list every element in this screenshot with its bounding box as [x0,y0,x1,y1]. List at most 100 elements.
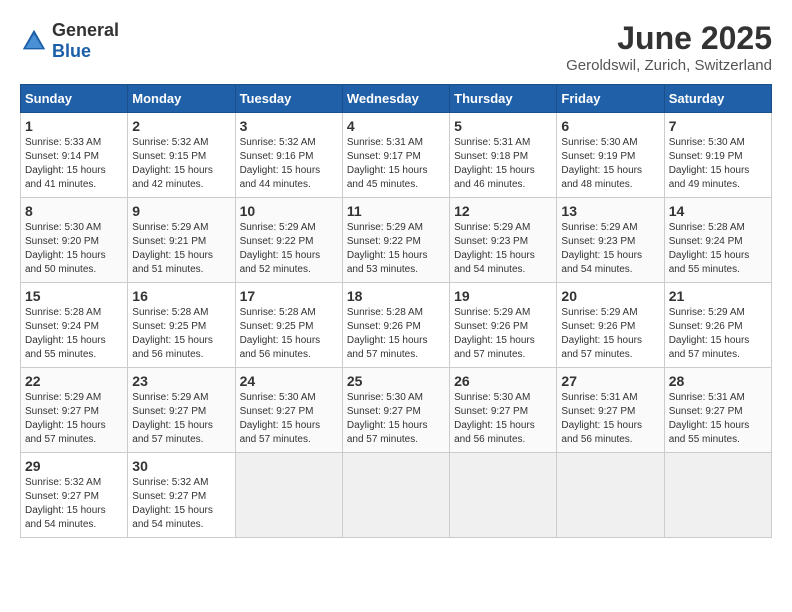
day-number: 22 [25,373,123,389]
page-header: General Blue June 2025 Geroldswil, Zuric… [20,20,772,74]
day-info: Sunrise: 5:29 AM Sunset: 9:22 PM Dayligh… [240,221,338,277]
day-info: Sunrise: 5:29 AM Sunset: 9:26 PM Dayligh… [669,306,767,362]
day-info: Sunrise: 5:30 AM Sunset: 9:27 PM Dayligh… [240,391,338,447]
day-info: Sunrise: 5:29 AM Sunset: 9:22 PM Dayligh… [347,221,445,277]
calendar-cell: 6 Sunrise: 5:30 AM Sunset: 9:19 PM Dayli… [557,113,664,198]
calendar-cell [450,453,557,538]
day-info: Sunrise: 5:31 AM Sunset: 9:18 PM Dayligh… [454,136,552,192]
day-number: 3 [240,118,338,134]
month-title: June 2025 [566,20,772,57]
calendar-cell: 17 Sunrise: 5:28 AM Sunset: 9:25 PM Dayl… [235,283,342,368]
logo: General Blue [20,20,119,62]
day-info: Sunrise: 5:29 AM Sunset: 9:27 PM Dayligh… [132,391,230,447]
day-number: 9 [132,203,230,219]
day-number: 1 [25,118,123,134]
day-number: 28 [669,373,767,389]
col-wednesday: Wednesday [342,85,449,113]
day-info: Sunrise: 5:29 AM Sunset: 9:23 PM Dayligh… [561,221,659,277]
day-number: 16 [132,288,230,304]
calendar-cell: 25 Sunrise: 5:30 AM Sunset: 9:27 PM Dayl… [342,368,449,453]
calendar-cell: 3 Sunrise: 5:32 AM Sunset: 9:16 PM Dayli… [235,113,342,198]
day-number: 21 [669,288,767,304]
calendar-cell: 29 Sunrise: 5:32 AM Sunset: 9:27 PM Dayl… [21,453,128,538]
day-number: 17 [240,288,338,304]
calendar-cell [664,453,771,538]
calendar-cell: 8 Sunrise: 5:30 AM Sunset: 9:20 PM Dayli… [21,198,128,283]
day-number: 20 [561,288,659,304]
week-row-5: 29 Sunrise: 5:32 AM Sunset: 9:27 PM Dayl… [21,453,772,538]
calendar-cell: 5 Sunrise: 5:31 AM Sunset: 9:18 PM Dayli… [450,113,557,198]
calendar-cell: 12 Sunrise: 5:29 AM Sunset: 9:23 PM Dayl… [450,198,557,283]
day-info: Sunrise: 5:31 AM Sunset: 9:17 PM Dayligh… [347,136,445,192]
calendar-cell: 4 Sunrise: 5:31 AM Sunset: 9:17 PM Dayli… [342,113,449,198]
title-block: June 2025 Geroldswil, Zurich, Switzerlan… [566,20,772,74]
day-number: 29 [25,458,123,474]
day-number: 19 [454,288,552,304]
logo-icon [20,27,48,55]
day-info: Sunrise: 5:33 AM Sunset: 9:14 PM Dayligh… [25,136,123,192]
calendar-cell [557,453,664,538]
day-number: 14 [669,203,767,219]
calendar-cell: 10 Sunrise: 5:29 AM Sunset: 9:22 PM Dayl… [235,198,342,283]
day-number: 7 [669,118,767,134]
day-number: 30 [132,458,230,474]
calendar-cell [235,453,342,538]
day-info: Sunrise: 5:28 AM Sunset: 9:24 PM Dayligh… [669,221,767,277]
logo-general-text: General [52,20,119,40]
day-info: Sunrise: 5:30 AM Sunset: 9:27 PM Dayligh… [454,391,552,447]
day-number: 18 [347,288,445,304]
calendar-cell: 21 Sunrise: 5:29 AM Sunset: 9:26 PM Dayl… [664,283,771,368]
calendar-cell: 7 Sunrise: 5:30 AM Sunset: 9:19 PM Dayli… [664,113,771,198]
day-number: 12 [454,203,552,219]
day-info: Sunrise: 5:29 AM Sunset: 9:26 PM Dayligh… [454,306,552,362]
logo-blue-text: Blue [52,41,91,61]
calendar-cell: 30 Sunrise: 5:32 AM Sunset: 9:27 PM Dayl… [128,453,235,538]
calendar-cell: 26 Sunrise: 5:30 AM Sunset: 9:27 PM Dayl… [450,368,557,453]
day-number: 27 [561,373,659,389]
location-title: Geroldswil, Zurich, Switzerland [566,57,772,74]
day-info: Sunrise: 5:30 AM Sunset: 9:20 PM Dayligh… [25,221,123,277]
day-info: Sunrise: 5:31 AM Sunset: 9:27 PM Dayligh… [561,391,659,447]
day-info: Sunrise: 5:29 AM Sunset: 9:26 PM Dayligh… [561,306,659,362]
calendar-cell: 20 Sunrise: 5:29 AM Sunset: 9:26 PM Dayl… [557,283,664,368]
calendar-table: Sunday Monday Tuesday Wednesday Thursday… [20,84,772,538]
day-number: 6 [561,118,659,134]
col-monday: Monday [128,85,235,113]
calendar-cell: 19 Sunrise: 5:29 AM Sunset: 9:26 PM Dayl… [450,283,557,368]
calendar-cell: 18 Sunrise: 5:28 AM Sunset: 9:26 PM Dayl… [342,283,449,368]
week-row-3: 15 Sunrise: 5:28 AM Sunset: 9:24 PM Dayl… [21,283,772,368]
calendar-cell: 24 Sunrise: 5:30 AM Sunset: 9:27 PM Dayl… [235,368,342,453]
calendar-cell: 11 Sunrise: 5:29 AM Sunset: 9:22 PM Dayl… [342,198,449,283]
day-number: 2 [132,118,230,134]
day-info: Sunrise: 5:31 AM Sunset: 9:27 PM Dayligh… [669,391,767,447]
week-row-1: 1 Sunrise: 5:33 AM Sunset: 9:14 PM Dayli… [21,113,772,198]
calendar-cell: 9 Sunrise: 5:29 AM Sunset: 9:21 PM Dayli… [128,198,235,283]
day-info: Sunrise: 5:30 AM Sunset: 9:19 PM Dayligh… [669,136,767,192]
calendar-cell: 13 Sunrise: 5:29 AM Sunset: 9:23 PM Dayl… [557,198,664,283]
day-number: 13 [561,203,659,219]
day-number: 15 [25,288,123,304]
col-saturday: Saturday [664,85,771,113]
calendar-cell: 22 Sunrise: 5:29 AM Sunset: 9:27 PM Dayl… [21,368,128,453]
calendar-cell: 28 Sunrise: 5:31 AM Sunset: 9:27 PM Dayl… [664,368,771,453]
calendar-cell [342,453,449,538]
day-number: 4 [347,118,445,134]
day-info: Sunrise: 5:32 AM Sunset: 9:27 PM Dayligh… [132,476,230,532]
day-number: 8 [25,203,123,219]
day-info: Sunrise: 5:28 AM Sunset: 9:25 PM Dayligh… [240,306,338,362]
week-row-2: 8 Sunrise: 5:30 AM Sunset: 9:20 PM Dayli… [21,198,772,283]
day-info: Sunrise: 5:32 AM Sunset: 9:27 PM Dayligh… [25,476,123,532]
day-info: Sunrise: 5:30 AM Sunset: 9:19 PM Dayligh… [561,136,659,192]
calendar-cell: 15 Sunrise: 5:28 AM Sunset: 9:24 PM Dayl… [21,283,128,368]
day-info: Sunrise: 5:28 AM Sunset: 9:24 PM Dayligh… [25,306,123,362]
week-row-4: 22 Sunrise: 5:29 AM Sunset: 9:27 PM Dayl… [21,368,772,453]
day-info: Sunrise: 5:32 AM Sunset: 9:15 PM Dayligh… [132,136,230,192]
calendar-cell: 1 Sunrise: 5:33 AM Sunset: 9:14 PM Dayli… [21,113,128,198]
col-friday: Friday [557,85,664,113]
calendar-cell: 14 Sunrise: 5:28 AM Sunset: 9:24 PM Dayl… [664,198,771,283]
day-number: 11 [347,203,445,219]
day-info: Sunrise: 5:28 AM Sunset: 9:26 PM Dayligh… [347,306,445,362]
col-tuesday: Tuesday [235,85,342,113]
col-thursday: Thursday [450,85,557,113]
day-number: 26 [454,373,552,389]
